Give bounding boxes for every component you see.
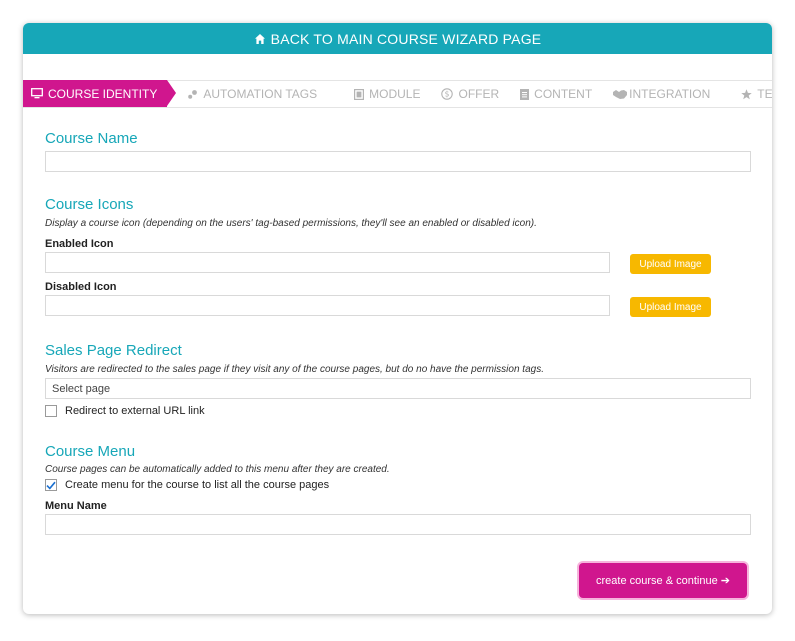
tab-integration[interactable]: INTEGRATION xyxy=(601,81,719,107)
redirect-external-checkbox[interactable]: Redirect to external URL link xyxy=(45,405,205,417)
course-name-input[interactable] xyxy=(45,151,751,172)
enabled-icon-input[interactable] xyxy=(45,252,610,273)
svg-text:$: $ xyxy=(445,90,450,99)
wizard-card: BACK TO MAIN COURSE WIZARD PAGE COURSE I… xyxy=(23,23,772,614)
tags-icon xyxy=(187,89,198,100)
sales-page-select[interactable]: Select page xyxy=(45,378,751,399)
course-icons-title: Course Icons xyxy=(45,196,134,213)
wizard-tabs: COURSE IDENTITY AUTOMATION TAGS MODULE $… xyxy=(23,80,772,108)
dollar-icon: $ xyxy=(441,88,454,100)
tab-course-identity[interactable]: COURSE IDENTITY xyxy=(23,80,177,107)
back-label: BACK TO MAIN COURSE WIZARD PAGE xyxy=(270,30,542,47)
menu-name-label: Menu Name xyxy=(45,500,107,512)
sales-redirect-title: Sales Page Redirect xyxy=(45,342,182,359)
course-icons-description: Display a course icon (depending on the … xyxy=(45,218,537,229)
sales-redirect-description: Visitors are redirected to the sales pag… xyxy=(45,364,544,375)
module-icon xyxy=(354,88,365,100)
create-menu-checkbox[interactable]: Create menu for the course to list all t… xyxy=(45,479,329,491)
sales-page-select-value: Select page xyxy=(52,382,111,395)
course-name-title: Course Name xyxy=(45,130,138,147)
checkmark-icon xyxy=(46,481,56,490)
upload-disabled-icon-button[interactable]: Upload Image xyxy=(630,297,711,317)
create-menu-box[interactable] xyxy=(45,479,57,491)
document-icon xyxy=(520,88,530,100)
redirect-external-box[interactable] xyxy=(45,405,57,417)
back-to-wizard-button[interactable]: BACK TO MAIN COURSE WIZARD PAGE xyxy=(23,23,772,54)
course-menu-description: Course pages can be automatically added … xyxy=(45,464,390,475)
monitor-icon xyxy=(31,88,43,99)
tab-module[interactable]: MODULE xyxy=(342,81,429,107)
home-icon xyxy=(254,33,265,44)
tab-content[interactable]: CONTENT xyxy=(508,81,601,107)
create-course-continue-button[interactable]: create course & continue ➔ xyxy=(579,563,747,598)
upload-enabled-icon-button[interactable]: Upload Image xyxy=(630,254,711,274)
star-icon xyxy=(741,88,752,100)
course-menu-title: Course Menu xyxy=(45,443,136,460)
enabled-icon-label: Enabled Icon xyxy=(45,238,114,250)
tab-offer[interactable]: $ OFFER xyxy=(429,81,508,107)
menu-name-input[interactable] xyxy=(45,514,751,535)
redirect-external-label: Redirect to external URL link xyxy=(65,405,205,417)
disabled-icon-input[interactable] xyxy=(45,295,610,316)
tab-automation-tags[interactable]: AUTOMATION TAGS xyxy=(167,81,326,107)
handshake-icon xyxy=(613,89,628,100)
tab-testing[interactable]: TESTING xyxy=(729,81,772,107)
create-menu-label: Create menu for the course to list all t… xyxy=(65,479,330,491)
disabled-icon-label: Disabled Icon xyxy=(45,281,117,293)
